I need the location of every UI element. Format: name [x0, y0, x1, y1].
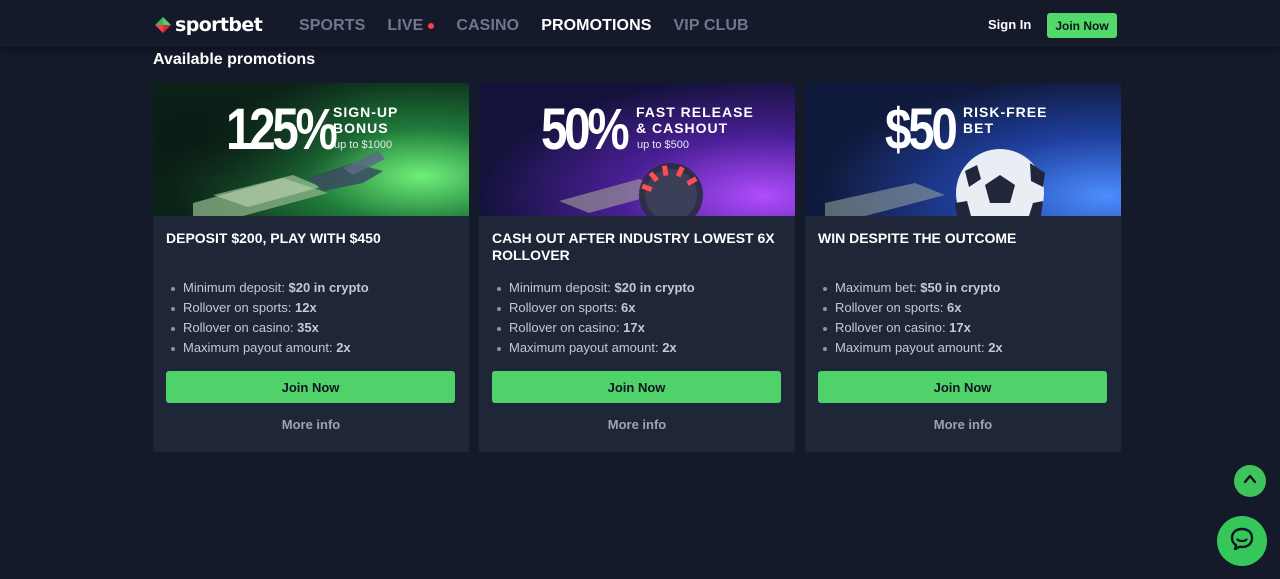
feature-item: Maximum payout amount: 2x: [818, 338, 1003, 358]
main-nav: SPORTS LIVE CASINO PROMOTIONS VIP CLUB: [299, 16, 771, 36]
promo-banner[interactable]: 50% FAST RELEASE & CASHOUT up to $500: [479, 83, 795, 216]
feature-item: Rollover on casino: 35x: [166, 318, 369, 338]
banner-sub: up to $1000: [334, 139, 393, 151]
promo-title: WIN DESPITE THE OUTCOME: [818, 230, 1017, 246]
feature-value: 2x: [662, 340, 677, 355]
brand-logo[interactable]: sportbet: [154, 14, 263, 36]
promo-card: 125% SIGN-UP BONUS up to $1000 DEPOSIT $…: [153, 83, 469, 452]
feature-value: 17x: [949, 320, 971, 335]
feature-label: Maximum payout amount:: [183, 340, 337, 355]
feature-label: Rollover on casino:: [183, 320, 298, 335]
feature-item: Maximum payout amount: 2x: [492, 338, 695, 358]
banner-line2: BONUS: [333, 120, 389, 136]
promo-banner[interactable]: 125% SIGN-UP BONUS up to $1000: [153, 83, 469, 216]
feature-label: Maximum payout amount:: [835, 340, 989, 355]
nav-label: VIP CLUB: [673, 17, 749, 34]
feature-item: Maximum bet: $50 in crypto: [818, 278, 1003, 298]
nav-item-promotions[interactable]: PROMOTIONS: [541, 16, 651, 36]
feature-value: 17x: [623, 320, 645, 335]
feature-value: 12x: [295, 300, 317, 315]
join-now-button[interactable]: Join Now: [818, 371, 1107, 403]
live-chat-button[interactable]: [1217, 516, 1267, 566]
section-title: Available promotions: [153, 51, 316, 68]
more-info-link[interactable]: More info: [479, 417, 795, 432]
feature-item: Rollover on casino: 17x: [492, 318, 695, 338]
header-join-now-button[interactable]: Join Now: [1047, 13, 1117, 38]
nav-label: SPORTS: [299, 17, 366, 34]
feature-item: Maximum payout amount: 2x: [166, 338, 369, 358]
promo-features: Minimum deposit: $20 in crypto Rollover …: [492, 278, 695, 358]
feature-label: Rollover on sports:: [183, 300, 295, 315]
feature-label: Maximum bet:: [835, 280, 921, 295]
feature-item: Rollover on casino: 17x: [818, 318, 1003, 338]
feature-value: $20 in crypto: [614, 280, 695, 295]
feature-item: Rollover on sports: 6x: [818, 298, 1003, 318]
nav-item-sports[interactable]: SPORTS: [299, 16, 365, 36]
banner-headline: $50: [885, 97, 958, 162]
promo-banner[interactable]: $50 RISK-FREE BET: [805, 83, 1121, 216]
scroll-to-top-button[interactable]: [1234, 465, 1266, 497]
banner-line2: & CASHOUT: [636, 120, 729, 136]
banner-sub: up to $500: [637, 139, 689, 151]
banner-line1: SIGN-UP: [333, 104, 399, 120]
banner-line2: BET: [963, 120, 994, 136]
sign-in-link[interactable]: Sign In: [988, 17, 1031, 33]
feature-item: Rollover on sports: 6x: [492, 298, 695, 318]
feature-item: Rollover on sports: 12x: [166, 298, 369, 318]
feature-value: $20 in crypto: [288, 280, 369, 295]
promo-features: Minimum deposit: $20 in crypto Rollover …: [166, 278, 369, 358]
site-header: sportbet SPORTS LIVE CASINO PROMOTIONS V…: [0, 0, 1280, 47]
nav-label: LIVE: [387, 17, 424, 34]
promo-title: CASH OUT AFTER INDUSTRY LOWEST 6X ROLLOV…: [492, 230, 775, 263]
feature-label: Rollover on casino:: [835, 320, 950, 335]
feature-label: Rollover on sports:: [509, 300, 621, 315]
promo-card: $50 RISK-FREE BET WIN DESPITE THE OUTCOM…: [805, 83, 1121, 452]
promo-title: DEPOSIT $200, PLAY WITH $450: [166, 230, 381, 246]
nav-item-vip-club[interactable]: VIP CLUB: [674, 16, 749, 36]
feature-value: 35x: [297, 320, 319, 335]
feature-value: 6x: [621, 300, 636, 315]
live-indicator-dot: [428, 23, 435, 29]
nav-item-live[interactable]: LIVE: [387, 16, 435, 36]
diamond-logo-icon: [154, 16, 172, 34]
chevron-up-icon: [1242, 471, 1258, 492]
banner-line1: FAST RELEASE: [636, 104, 754, 120]
feature-label: Minimum deposit:: [509, 280, 615, 295]
brand-name: sportbet: [175, 14, 263, 36]
more-info-link[interactable]: More info: [153, 417, 469, 432]
chat-bubble-icon: [1229, 526, 1255, 557]
feature-value: 2x: [336, 340, 351, 355]
banner-line1: RISK-FREE: [963, 104, 1048, 120]
join-now-button[interactable]: Join Now: [166, 371, 455, 403]
nav-label: PROMOTIONS: [541, 17, 652, 34]
promo-features: Maximum bet: $50 in crypto Rollover on s…: [818, 278, 1003, 358]
feature-label: Maximum payout amount:: [509, 340, 663, 355]
nav-item-casino[interactable]: CASINO: [456, 16, 519, 36]
feature-item: Minimum deposit: $20 in crypto: [166, 278, 369, 298]
nav-label: CASINO: [456, 17, 520, 34]
promo-card: 50% FAST RELEASE & CASHOUT up to $500 CA…: [479, 83, 795, 452]
feature-label: Minimum deposit:: [183, 280, 289, 295]
feature-value: $50 in crypto: [920, 280, 1001, 295]
banner-headline: 125%: [226, 97, 338, 162]
feature-value: 6x: [947, 300, 962, 315]
feature-value: 2x: [988, 340, 1003, 355]
banner-background: [805, 83, 1121, 216]
join-now-button[interactable]: Join Now: [492, 371, 781, 403]
feature-item: Minimum deposit: $20 in crypto: [492, 278, 695, 298]
feature-label: Rollover on casino:: [509, 320, 624, 335]
banner-headline: 50%: [541, 97, 630, 162]
more-info-link[interactable]: More info: [805, 417, 1121, 432]
feature-label: Rollover on sports:: [835, 300, 947, 315]
